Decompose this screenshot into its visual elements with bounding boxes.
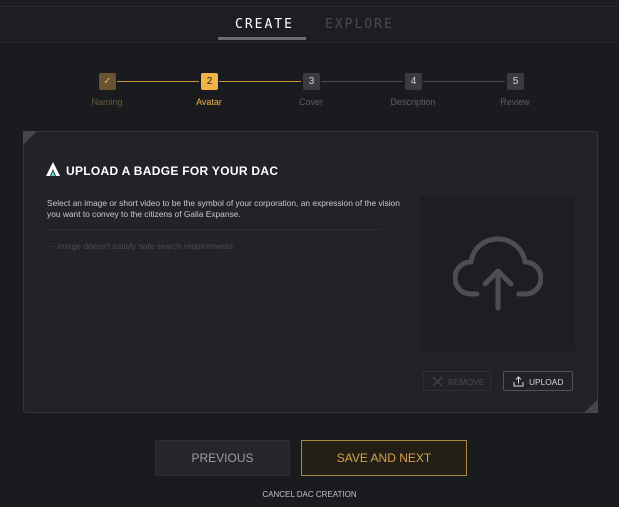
step-5-label: Review bbox=[500, 97, 530, 107]
warning-text: Image doesn't satisfy safe search requir… bbox=[57, 241, 233, 251]
upload-icon bbox=[513, 376, 524, 387]
cancel-dac-creation-link[interactable]: CANCEL DAC CREATION bbox=[0, 490, 619, 499]
warning-dots: ··· bbox=[47, 241, 56, 251]
tab-create[interactable]: CREATE bbox=[235, 17, 294, 32]
previous-button[interactable]: PREVIOUS bbox=[155, 440, 290, 476]
close-icon bbox=[432, 376, 443, 387]
corner-decoration-icon bbox=[584, 399, 598, 413]
step-connector bbox=[423, 81, 505, 82]
cloud-upload-icon bbox=[453, 236, 543, 311]
panel-title: UPLOAD A BADGE FOR YOUR DAC bbox=[66, 164, 279, 178]
step-2-badge[interactable]: 2 bbox=[201, 73, 218, 90]
step-connector bbox=[321, 81, 403, 82]
step-connector bbox=[219, 81, 301, 82]
step-3-label: Cover bbox=[298, 97, 323, 107]
corner-decoration-icon bbox=[23, 131, 37, 145]
remove-label: REMOVE bbox=[448, 377, 485, 387]
remove-button[interactable]: REMOVE bbox=[423, 371, 491, 391]
top-divider bbox=[0, 6, 619, 7]
step-5-badge[interactable]: 5 bbox=[507, 73, 524, 90]
save-and-next-button[interactable]: SAVE AND NEXT bbox=[301, 440, 467, 476]
active-tab-indicator bbox=[218, 37, 306, 40]
upload-button[interactable]: UPLOAD bbox=[503, 371, 573, 391]
step-2-label: Avatar bbox=[196, 97, 222, 107]
divider bbox=[47, 229, 382, 230]
step-4-badge[interactable]: 4 bbox=[405, 73, 422, 90]
step-1-label: Naming bbox=[91, 97, 123, 107]
step-4-label: Description bbox=[390, 97, 436, 107]
step-1-checkmark-icon[interactable]: ✓ bbox=[99, 73, 116, 90]
dac-logo-icon bbox=[46, 162, 60, 176]
panel-description: Select an image or short video to be the… bbox=[47, 198, 400, 219]
upload-label: UPLOAD bbox=[529, 377, 564, 387]
step-3-badge[interactable]: 3 bbox=[303, 73, 320, 90]
tab-explore[interactable]: EXPLORE bbox=[325, 17, 394, 32]
safe-search-warning: ··· Image doesn't satisfy safe search re… bbox=[47, 241, 233, 251]
step-connector bbox=[117, 81, 199, 82]
